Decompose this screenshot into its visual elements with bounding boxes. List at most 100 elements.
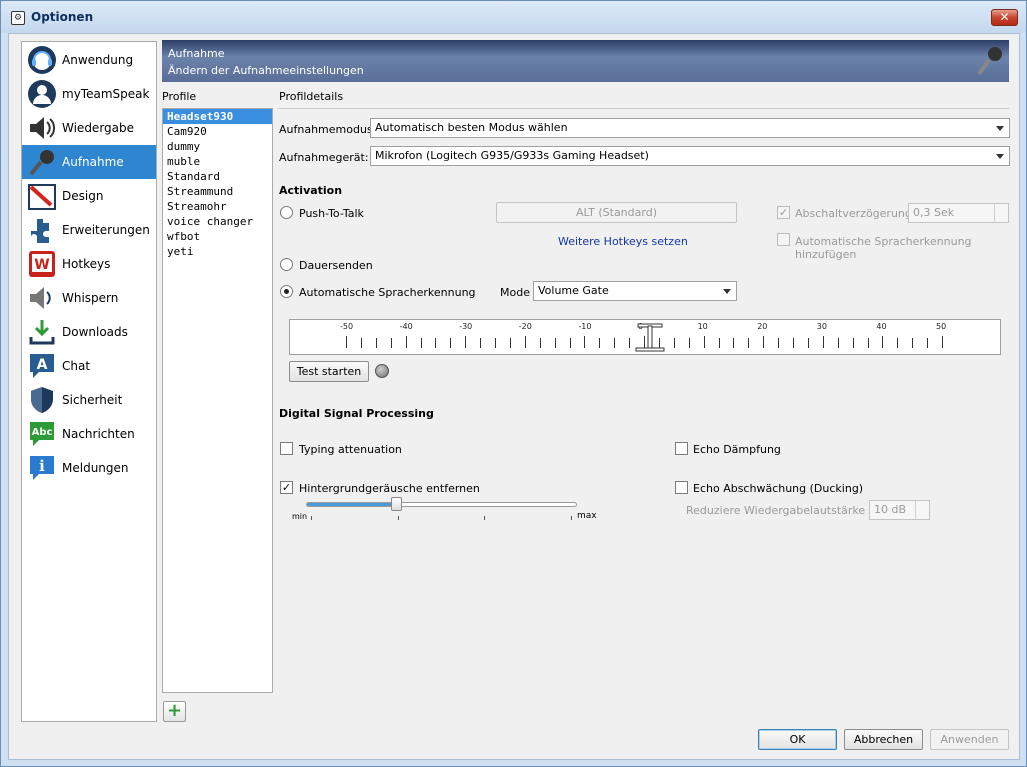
sidebar-item-label: myTeamSpeak bbox=[62, 87, 150, 101]
ok-button[interactable]: OK bbox=[758, 729, 837, 750]
svg-text:W: W bbox=[34, 257, 49, 273]
sidebar-item-chat[interactable]: A Chat bbox=[22, 349, 156, 383]
continuous-radio[interactable] bbox=[280, 258, 293, 271]
profile-list[interactable]: Headset930 Cam920 dummy muble Standard S… bbox=[162, 108, 273, 693]
meter-tick bbox=[748, 338, 750, 348]
meter-tick bbox=[807, 338, 809, 348]
vad-mode-value: Volume Gate bbox=[538, 284, 609, 297]
ptt-hotkey-button[interactable]: ALT (Standard) bbox=[496, 202, 737, 223]
meter-tick bbox=[465, 336, 467, 348]
options-window: ⚙ Optionen ✕ Anwendung myTeamSpeak Wiede… bbox=[0, 0, 1027, 767]
microphone-icon bbox=[29, 150, 54, 176]
divider bbox=[278, 108, 1009, 109]
dsp-title: Digital Signal Processing bbox=[279, 407, 434, 420]
sidebar-item-meldungen[interactable]: i Meldungen bbox=[22, 451, 156, 485]
list-item[interactable]: Standard bbox=[163, 169, 272, 184]
list-item[interactable]: wfbot bbox=[163, 229, 272, 244]
voice-level-meter[interactable]: -50-40-30-20-1001020304050 bbox=[289, 319, 1001, 355]
section-header: Aufnahme Ändern der Aufnahmeeinstellunge… bbox=[162, 40, 1009, 82]
sidebar-item-aufnahme[interactable]: Aufnahme bbox=[22, 145, 156, 179]
activation-title: Activation bbox=[279, 184, 343, 197]
meter-tick-label: -40 bbox=[399, 322, 413, 331]
release-delay-spinbox[interactable]: 0,3 Sek bbox=[908, 203, 1009, 223]
meter-tick bbox=[360, 338, 362, 348]
meter-tick bbox=[599, 338, 601, 348]
noise-removal-checkbox[interactable]: ✓ bbox=[280, 481, 293, 494]
echo-cancel-checkbox[interactable] bbox=[675, 442, 688, 455]
meter-tick bbox=[942, 336, 943, 348]
list-item[interactable]: yeti bbox=[163, 244, 272, 259]
chevron-down-icon bbox=[996, 154, 1004, 159]
meter-tick bbox=[524, 336, 526, 348]
more-hotkeys-link[interactable]: Weitere Hotkeys setzen bbox=[558, 235, 688, 248]
sidebar-item-nachrichten[interactable]: Abc Nachrichten bbox=[22, 417, 156, 451]
ducking-checkbox[interactable] bbox=[675, 481, 688, 494]
test-start-button[interactable]: Test starten bbox=[289, 361, 369, 382]
sidebar-item-wiedergabe[interactable]: Wiedergabe bbox=[22, 111, 156, 145]
sidebar-item-label: Aufnahme bbox=[62, 155, 124, 169]
spinner-arrows-icon[interactable] bbox=[915, 501, 929, 519]
sidebar-item-anwendung[interactable]: Anwendung bbox=[22, 43, 156, 77]
threshold-handle[interactable] bbox=[630, 322, 670, 354]
meter-tick bbox=[897, 338, 899, 348]
meter-tick bbox=[852, 338, 854, 348]
noise-level-slider[interactable] bbox=[306, 497, 577, 511]
vad-mode-select[interactable]: Volume Gate bbox=[533, 281, 737, 301]
auto-detect-add-checkbox[interactable] bbox=[777, 233, 790, 246]
svg-text:A: A bbox=[37, 357, 48, 373]
meter-tick bbox=[614, 338, 616, 348]
svg-text:Abc: Abc bbox=[32, 427, 53, 438]
sidebar-item-erweiterungen[interactable]: Erweiterungen bbox=[22, 213, 156, 247]
apply-button[interactable]: Anwenden bbox=[930, 729, 1009, 750]
mode-label: Aufnahmemodus: bbox=[279, 123, 377, 136]
list-item[interactable]: Cam920 bbox=[163, 124, 272, 139]
close-button[interactable]: ✕ bbox=[991, 9, 1018, 26]
sidebar-item-whispern[interactable]: Whispern bbox=[22, 281, 156, 315]
ducking-reduce-label: Reduziere Wiedergabelautstärke um: bbox=[686, 504, 891, 517]
slider-handle[interactable] bbox=[390, 497, 402, 511]
title-bar[interactable]: ⚙ Optionen ✕ bbox=[1, 1, 1026, 33]
meter-tick bbox=[405, 336, 407, 348]
sidebar-item-hotkeys[interactable]: W Hotkeys bbox=[22, 247, 156, 281]
ducking-reduce-value: 10 dB bbox=[874, 503, 907, 516]
typing-attenuation-label: Typing attenuation bbox=[299, 443, 402, 456]
sidebar-item-downloads[interactable]: Downloads bbox=[22, 315, 156, 349]
recording-mode-select[interactable]: Automatisch besten Modus wählen bbox=[370, 118, 1010, 138]
list-item[interactable]: Streammund bbox=[163, 184, 272, 199]
continuous-label: Dauersenden bbox=[299, 259, 373, 272]
sidebar-item-design[interactable]: Design bbox=[22, 179, 156, 213]
list-item[interactable]: muble bbox=[163, 154, 272, 169]
list-item[interactable]: voice changer bbox=[163, 214, 272, 229]
meter-tick bbox=[703, 336, 705, 348]
meter-tick bbox=[539, 338, 541, 348]
echo-cancel-label: Echo Dämpfung bbox=[693, 443, 781, 456]
sidebar-item-label: Hotkeys bbox=[62, 257, 111, 271]
add-profile-button[interactable]: + bbox=[163, 701, 186, 722]
header-subtitle: Ändern der Aufnahmeeinstellungen bbox=[168, 64, 364, 77]
recording-device-select[interactable]: Mikrofon (Logitech G935/G933s Gaming Hea… bbox=[370, 146, 1010, 166]
voice-activation-radio[interactable] bbox=[280, 285, 293, 298]
push-to-talk-radio[interactable] bbox=[280, 206, 293, 219]
meter-tick bbox=[390, 338, 392, 348]
meter-tick bbox=[882, 336, 884, 348]
sidebar-item-label: Chat bbox=[62, 359, 91, 373]
sidebar-item-label: Sicherheit bbox=[62, 393, 123, 407]
sidebar-item-sicherheit[interactable]: Sicherheit bbox=[22, 383, 156, 417]
meter-tick bbox=[346, 336, 347, 348]
spinner-arrows-icon[interactable] bbox=[994, 204, 1008, 222]
category-sidebar: Anwendung myTeamSpeak Wiedergabe Aufnahm… bbox=[21, 41, 157, 722]
meter-tick bbox=[480, 338, 482, 348]
ducking-reduce-spinbox[interactable]: 10 dB bbox=[869, 500, 930, 520]
chevron-down-icon bbox=[723, 289, 731, 294]
cancel-button[interactable]: Abbrechen bbox=[844, 729, 923, 750]
typing-attenuation-checkbox[interactable] bbox=[280, 442, 293, 455]
meter-tick bbox=[778, 338, 780, 348]
list-item[interactable]: dummy bbox=[163, 139, 272, 154]
meter-tick bbox=[495, 338, 496, 348]
release-delay-checkbox[interactable]: ✓ bbox=[777, 206, 790, 219]
list-item[interactable]: Streamohr bbox=[163, 199, 272, 214]
list-item[interactable]: Headset930 bbox=[163, 109, 272, 124]
slider-tick bbox=[484, 516, 485, 520]
sidebar-item-myteamspeak[interactable]: myTeamSpeak bbox=[22, 77, 156, 111]
slider-tick bbox=[571, 516, 572, 520]
